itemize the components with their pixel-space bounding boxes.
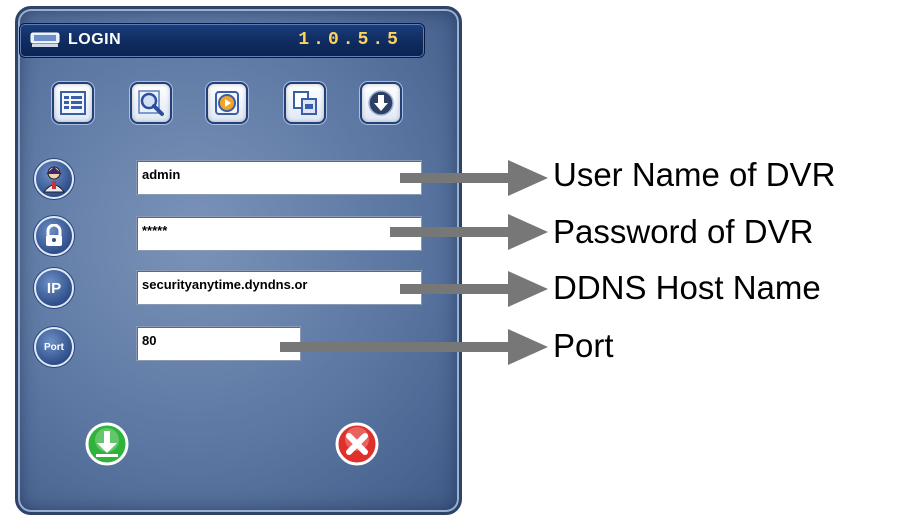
- password-arrow-head: [508, 214, 548, 250]
- port-callout: Port: [553, 327, 614, 364]
- port-arrow-shaft: [280, 342, 522, 352]
- username-arrow-shaft: [400, 173, 522, 183]
- password-arrow-shaft: [390, 227, 522, 237]
- username-arrow-head: [508, 160, 548, 196]
- callout-arrows: [280, 160, 548, 365]
- password-callout: Password of DVR: [553, 213, 814, 250]
- host-arrow-shaft: [400, 284, 522, 294]
- username-callout: User Name of DVR: [553, 156, 836, 193]
- port-arrow-head: [508, 329, 548, 365]
- host-callout: DDNS Host Name: [553, 269, 821, 306]
- host-arrow-head: [508, 271, 548, 307]
